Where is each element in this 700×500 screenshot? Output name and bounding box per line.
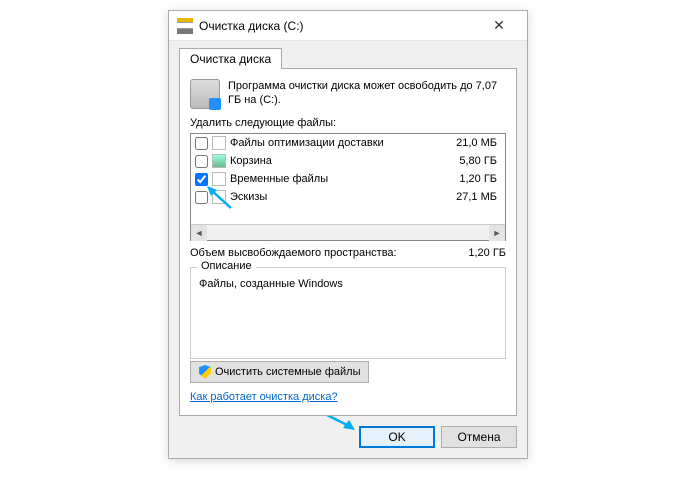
file-list: Файлы оптимизации доставки 21,0 МБ Корзи… bbox=[190, 133, 506, 241]
file-size: 1,20 ГБ bbox=[459, 173, 501, 185]
description-group: Описание Файлы, созданные Windows bbox=[190, 267, 506, 359]
summary-label: Объем высвобождаемого пространства: bbox=[190, 247, 468, 259]
summary-row: Объем высвобождаемого пространства: 1,20… bbox=[190, 247, 506, 259]
window-title: Очистка диска (C:) bbox=[199, 19, 479, 33]
file-checkbox[interactable] bbox=[195, 155, 208, 168]
file-checkbox[interactable] bbox=[195, 173, 208, 186]
file-size: 27,1 МБ bbox=[456, 191, 501, 203]
file-size: 5,80 ГБ bbox=[459, 155, 501, 167]
horizontal-scrollbar[interactable]: ◄ ► bbox=[191, 224, 505, 240]
tab-disk-cleanup[interactable]: Очистка диска bbox=[179, 48, 282, 69]
file-checkbox[interactable] bbox=[195, 191, 208, 204]
tab-strip: Очистка диска bbox=[179, 47, 517, 68]
file-size: 21,0 МБ bbox=[456, 137, 501, 149]
titlebar[interactable]: Очистка диска (C:) ✕ bbox=[169, 11, 527, 41]
clean-system-files-label: Очистить системные файлы bbox=[215, 366, 360, 378]
file-icon bbox=[212, 190, 226, 204]
description-text: Файлы, созданные Windows bbox=[199, 276, 497, 350]
disk-cleanup-icon bbox=[177, 18, 193, 34]
list-item[interactable]: Файлы оптимизации доставки 21,0 МБ bbox=[191, 134, 505, 152]
list-item[interactable]: Эскизы 27,1 МБ bbox=[191, 188, 505, 206]
files-to-delete-label: Удалить следующие файлы: bbox=[190, 117, 506, 129]
ok-button[interactable]: OK bbox=[359, 426, 435, 448]
close-button[interactable]: ✕ bbox=[479, 11, 519, 40]
file-icon bbox=[212, 136, 226, 150]
file-name: Корзина bbox=[230, 155, 455, 167]
recycle-bin-icon bbox=[212, 154, 226, 168]
list-item[interactable]: Корзина 5,80 ГБ bbox=[191, 152, 505, 170]
drive-icon bbox=[190, 79, 220, 109]
file-icon bbox=[212, 172, 226, 186]
file-name: Файлы оптимизации доставки bbox=[230, 137, 452, 149]
scroll-track[interactable] bbox=[207, 225, 489, 240]
cancel-button[interactable]: Отмена bbox=[441, 426, 517, 448]
tab-panel: Программа очистки диска может освободить… bbox=[179, 68, 517, 416]
shield-icon bbox=[199, 365, 211, 379]
file-name: Временные файлы bbox=[230, 173, 455, 185]
summary-value: 1,20 ГБ bbox=[468, 247, 506, 259]
clean-system-files-button[interactable]: Очистить системные файлы bbox=[190, 361, 369, 383]
file-checkbox[interactable] bbox=[195, 137, 208, 150]
info-text: Программа очистки диска может освободить… bbox=[228, 79, 506, 109]
dialog-window: Очистка диска (C:) ✕ Очистка диска Прогр… bbox=[168, 10, 528, 459]
list-item[interactable]: Временные файлы 1,20 ГБ bbox=[191, 170, 505, 188]
file-name: Эскизы bbox=[230, 191, 452, 203]
scroll-left-icon[interactable]: ◄ bbox=[191, 225, 207, 241]
dialog-buttons: OK Отмена bbox=[179, 416, 517, 448]
file-list-scroll[interactable]: Файлы оптимизации доставки 21,0 МБ Корзи… bbox=[191, 134, 505, 224]
help-link[interactable]: Как работает очистка диска? bbox=[190, 391, 338, 403]
scroll-right-icon[interactable]: ► bbox=[489, 225, 505, 241]
description-heading: Описание bbox=[197, 260, 256, 272]
